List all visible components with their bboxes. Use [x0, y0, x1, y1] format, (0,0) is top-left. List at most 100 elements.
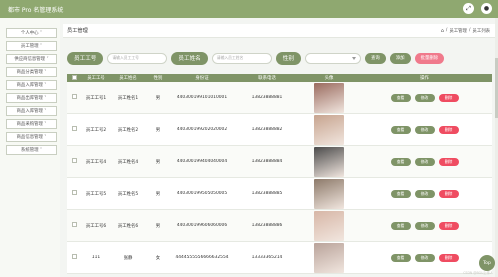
batch-delete-button[interactable]: 批量删除	[414, 52, 445, 64]
cell-sex: 女	[155, 255, 161, 261]
cell-id-card: 4444555556666632554	[175, 255, 229, 260]
crumb-sep-1: /	[445, 28, 448, 33]
header-check[interactable]	[67, 74, 81, 82]
view-button[interactable]: 查看	[390, 157, 411, 166]
col-staff-name: 员工姓名	[119, 76, 137, 81]
col-id-card: 身份证	[195, 76, 209, 81]
cell-avatar	[301, 210, 357, 241]
cell-phone: 13333365214	[251, 255, 283, 260]
sidebar-item-personal[interactable]: 个人中心 ˅	[6, 28, 57, 38]
col-actions: 操作	[420, 76, 429, 81]
edit-button[interactable]: 修改	[414, 253, 435, 262]
add-button[interactable]: 添加	[389, 52, 411, 64]
cell-id-card: 440300199404040004	[176, 159, 228, 164]
page-title: 员工管理	[67, 28, 88, 34]
cell-staff-no: 员工工号5	[85, 191, 107, 197]
crumb-staff[interactable]: 员工管理	[449, 28, 467, 34]
back-to-top-button[interactable]: Top	[479, 255, 495, 271]
view-button[interactable]: 查看	[390, 253, 411, 262]
edit-button[interactable]: 修改	[414, 157, 435, 166]
staff-no-label: 员工工号	[67, 51, 104, 65]
row-checkbox[interactable]	[67, 222, 81, 229]
view-button[interactable]: 查看	[390, 221, 411, 230]
cell-staff-name: 员工姓名2	[117, 127, 139, 133]
app-title: 都市 Pro 名管理系统	[8, 6, 64, 14]
avatar	[314, 146, 344, 177]
sex-label: 性别	[275, 51, 301, 65]
sidebar-item-system[interactable]: 系统管理 ˅	[6, 145, 57, 155]
edit-button[interactable]: 修改	[414, 221, 435, 230]
cell-phone: 13823888882	[251, 127, 283, 132]
sidebar: 个人中心 ˅ 员工管理 ˅ 供应商信息管理 ˅ 商品分类管理 ˅ 商品入库管理 …	[0, 18, 60, 277]
delete-button[interactable]: 删除	[438, 189, 459, 198]
staff-no-input[interactable]: 请输入员工工号	[107, 52, 168, 64]
crumb-list: 员工列表	[472, 28, 490, 34]
home-icon[interactable]: ⌂	[441, 28, 444, 34]
table-row: 员工工号4 员工姓名4 男 440300199404040004 1382388…	[67, 146, 492, 178]
avatar	[314, 114, 344, 145]
staff-table: 员工工号 员工姓名 性别 身份证 联系电话 头像 操作 员工工号1 员工姓名1 …	[67, 74, 492, 274]
cell-avatar	[301, 146, 357, 177]
row-checkbox[interactable]	[67, 158, 81, 165]
view-button[interactable]: 查看	[390, 93, 411, 102]
view-button[interactable]: 查看	[390, 125, 411, 134]
cell-staff-no: 员工工号1	[85, 95, 107, 101]
cell-staff-no: 员工工号2	[85, 127, 107, 133]
sidebar-item-stockout[interactable]: 商品出库管理 ˅	[6, 93, 57, 103]
sex-select[interactable]	[304, 52, 361, 64]
delete-button[interactable]: 删除	[438, 253, 459, 262]
cell-sex: 男	[155, 191, 161, 197]
cell-actions: 查看 修改 删除	[357, 189, 492, 198]
sidebar-item-category[interactable]: 商品分类管理 ˅	[6, 67, 57, 77]
cell-id-card: 440300199505050005	[176, 191, 228, 196]
cell-phone: 13823888881	[251, 95, 283, 100]
cell-avatar	[301, 178, 357, 209]
edit-button[interactable]: 修改	[414, 189, 435, 198]
sidebar-item-stockin-2[interactable]: 商品入库管理 ˅	[6, 106, 57, 116]
edit-button[interactable]: 修改	[414, 125, 435, 134]
row-checkbox[interactable]	[67, 126, 81, 133]
cell-sex: 男	[155, 223, 161, 229]
cell-actions: 查看 修改 删除	[357, 221, 492, 230]
sidebar-item-supplier[interactable]: 供应商信息管理 ˅	[6, 54, 57, 64]
cell-phone: 13823888884	[251, 159, 283, 164]
cell-phone: 13823888885	[251, 191, 283, 196]
sidebar-item-purchase[interactable]: 商品采购管理 ˅	[6, 119, 57, 129]
avatar	[314, 82, 344, 113]
cell-sex: 男	[155, 95, 161, 101]
delete-button[interactable]: 删除	[438, 93, 459, 102]
cell-avatar	[301, 114, 357, 145]
table-row: 员工工号2 员工姓名2 男 440300199202020002 1382388…	[67, 114, 492, 146]
sidebar-item-stockin[interactable]: 商品入库管理 ˅	[6, 80, 57, 90]
row-checkbox[interactable]	[67, 190, 81, 197]
user-icon[interactable]: ●	[481, 3, 492, 14]
cell-actions: 查看 修改 删除	[357, 157, 492, 166]
cell-avatar	[301, 242, 357, 273]
search-button[interactable]: 查询	[364, 52, 386, 64]
sidebar-item-staff[interactable]: 员工管理 ˅	[6, 41, 57, 51]
row-checkbox[interactable]	[67, 94, 81, 101]
expand-icon[interactable]: ⤢	[463, 3, 474, 14]
avatar	[314, 178, 344, 209]
cell-sex: 男	[155, 127, 161, 133]
sidebar-item-goods[interactable]: 商品信息管理 ˅	[6, 132, 57, 142]
cell-actions: 查看 修改 删除	[357, 93, 492, 102]
edit-button[interactable]: 修改	[414, 93, 435, 102]
table-header: 员工工号 员工姓名 性别 身份证 联系电话 头像 操作	[67, 74, 492, 82]
cell-id-card: 440300199606060006	[176, 223, 228, 228]
cell-avatar	[301, 82, 357, 113]
table-row: 员工工号6 员工姓名6 男 440300199606060006 1382388…	[67, 210, 492, 242]
row-checkbox[interactable]	[67, 254, 81, 261]
cell-staff-no: 员工工号4	[85, 159, 107, 165]
table-body: 员工工号1 员工姓名1 男 440300199101010001 1382388…	[67, 82, 492, 274]
col-avatar: 头像	[324, 76, 334, 81]
delete-button[interactable]: 删除	[438, 221, 459, 230]
delete-button[interactable]: 删除	[438, 157, 459, 166]
view-button[interactable]: 查看	[390, 189, 411, 198]
top-bar: 都市 Pro 名管理系统 ⤢ ●	[0, 0, 498, 18]
delete-button[interactable]: 删除	[438, 125, 459, 134]
cell-staff-name: 员工姓名5	[117, 191, 139, 197]
staff-name-input[interactable]: 请输入员工姓名	[211, 52, 272, 64]
cell-staff-name: 员工姓名1	[117, 95, 139, 101]
cell-id-card: 440300199202020002	[176, 127, 228, 132]
